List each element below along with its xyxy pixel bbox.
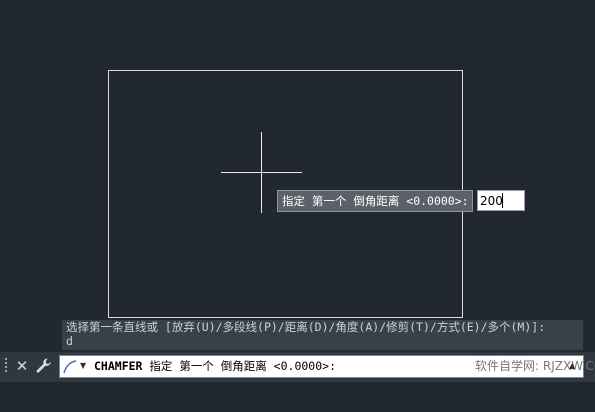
chevron-down-icon[interactable]: ▼ bbox=[80, 360, 90, 372]
command-prompt: 指定 第一个 倒角距离 <0.0000>: bbox=[149, 359, 336, 373]
prompt-label: 指定 第一个 倒角距离 <0.0000>: bbox=[282, 194, 469, 208]
history-line-2: d bbox=[66, 334, 73, 348]
command-text: CHAMFER 指定 第一个 倒角距离 <0.0000>: bbox=[94, 356, 336, 377]
command-name: CHAMFER bbox=[94, 359, 143, 373]
text-caret bbox=[502, 193, 503, 208]
status-bar bbox=[0, 382, 595, 412]
history-dropdown-icon[interactable]: ▲ bbox=[569, 360, 579, 372]
command-history: 选择第一条直线或 [放弃(U)/多段线(P)/距离(D)/角度(A)/修剪(T)… bbox=[62, 320, 583, 350]
crosshair-vertical bbox=[261, 132, 262, 213]
drawing-canvas[interactable]: 指定 第一个 倒角距离 <0.0000>: 选择第一条直线或 [放弃(U)/多段… bbox=[0, 0, 595, 352]
drag-grip-icon[interactable] bbox=[4, 356, 10, 376]
command-curve-icon bbox=[63, 359, 77, 374]
dynamic-input-field[interactable] bbox=[477, 190, 525, 211]
wrench-icon[interactable] bbox=[34, 356, 54, 376]
command-line-input[interactable]: ▼ CHAMFER 指定 第一个 倒角距离 <0.0000>: 软件自学网: R… bbox=[59, 355, 595, 378]
close-icon[interactable]: ✕ bbox=[13, 356, 31, 376]
history-line-1: 选择第一条直线或 [放弃(U)/多段线(P)/距离(D)/角度(A)/修剪(T)… bbox=[66, 320, 546, 334]
dynamic-input-prompt: 指定 第一个 倒角距离 <0.0000>: bbox=[277, 190, 473, 212]
